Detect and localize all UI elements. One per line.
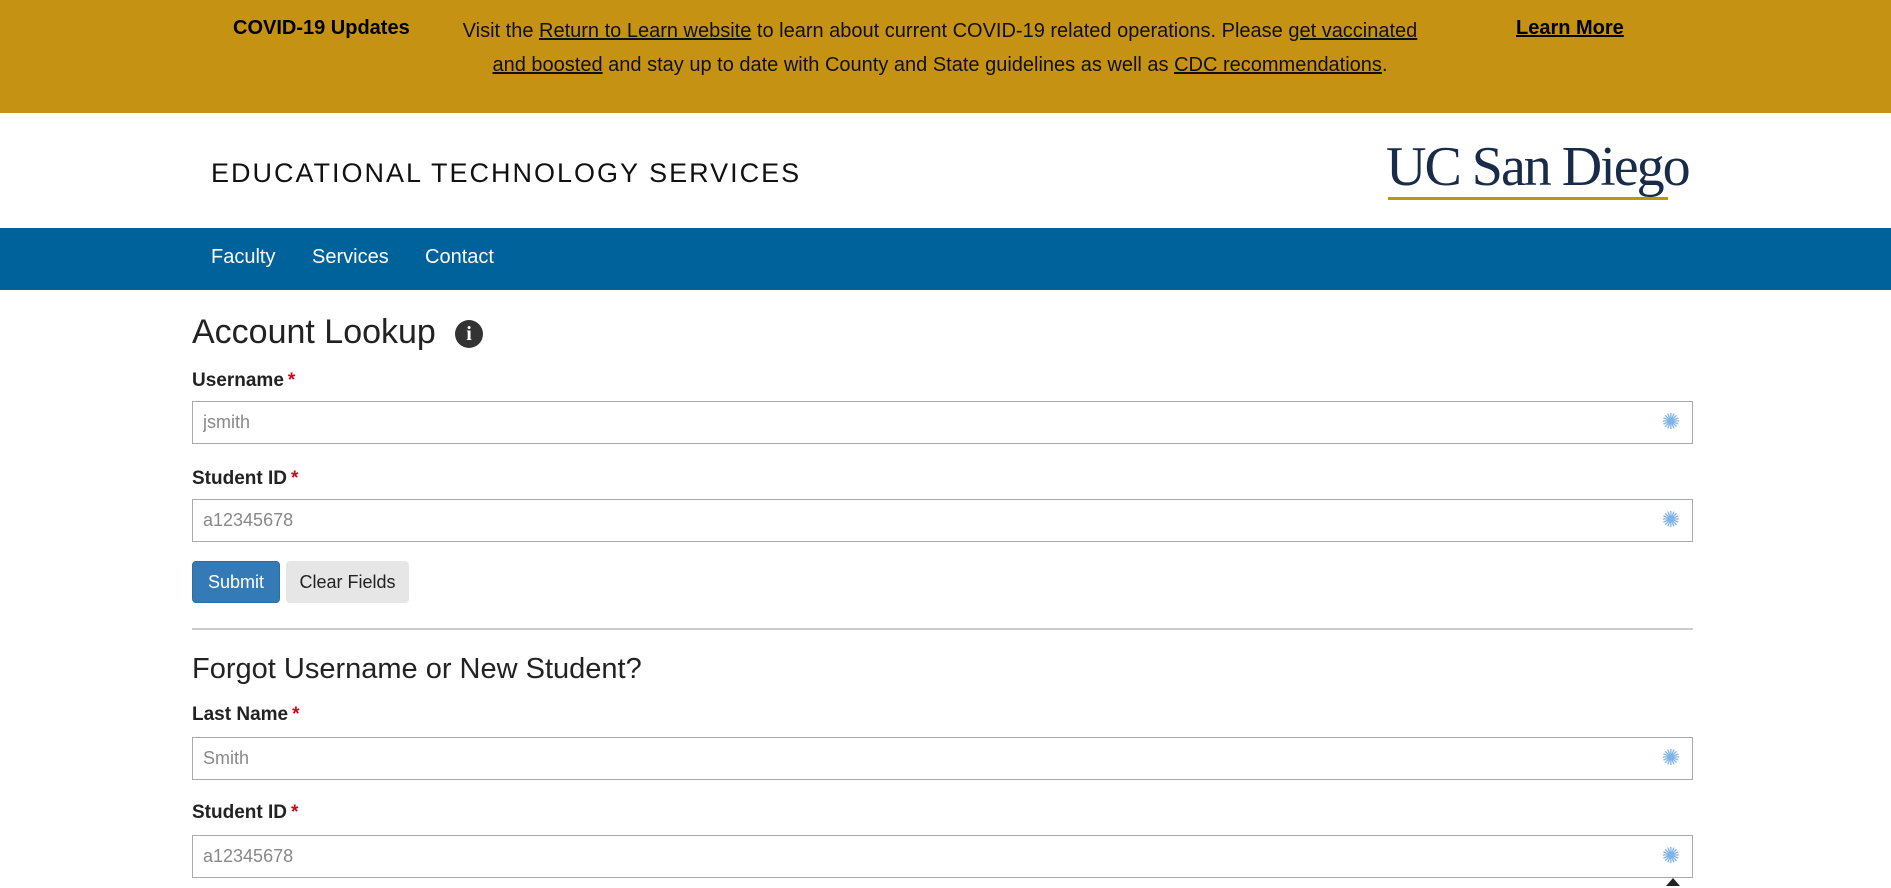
banner-text: Visit the Return to Learn website to lea…	[460, 14, 1420, 82]
banner-text-mid: to learn about current COVID-19 related …	[751, 20, 1289, 42]
required-marker: *	[287, 370, 296, 391]
submit-button[interactable]: Submit	[192, 561, 280, 603]
required-marker: *	[291, 468, 299, 489]
asterisk-icon: ✺	[1661, 409, 1681, 434]
username-label-text: Username	[192, 370, 284, 391]
site-name[interactable]: EDUCATIONAL TECHNOLOGY SERVICES	[211, 158, 801, 189]
main-nav: Faculty Services Contact	[0, 228, 1891, 290]
learn-more-link[interactable]: Learn More	[1516, 17, 1624, 40]
lastname-label: Last Name *	[192, 704, 300, 726]
account-lookup-title: Account Lookup	[192, 313, 436, 351]
required-marker: *	[291, 802, 299, 823]
required-marker: *	[292, 704, 300, 725]
logo-text: UC San Diego	[1386, 136, 1691, 198]
username-label: Username *	[192, 370, 295, 392]
cdc-link[interactable]: CDC recommendations	[1174, 54, 1382, 76]
studentid-field[interactable]: ✺	[192, 499, 1693, 542]
lastname-input[interactable]	[193, 738, 1692, 779]
caret-up-icon	[1666, 878, 1680, 886]
asterisk-icon: ✺	[1661, 507, 1681, 532]
lastname-field[interactable]: ✺	[192, 737, 1693, 780]
studentid-label-text: Student ID	[192, 468, 287, 489]
banner-text-pre: Visit the	[462, 20, 540, 42]
nav-item-faculty[interactable]: Faculty	[211, 246, 275, 269]
forgot-username-title: Forgot Username or New Student?	[192, 653, 642, 685]
clear-fields-button[interactable]: Clear Fields	[286, 561, 409, 603]
nav-item-services[interactable]: Services	[312, 246, 389, 269]
username-field[interactable]: ✺	[192, 401, 1693, 444]
site-header: EDUCATIONAL TECHNOLOGY SERVICES UC San D…	[0, 113, 1891, 228]
info-icon[interactable]: i	[455, 320, 483, 348]
asterisk-icon: ✺	[1661, 745, 1681, 770]
forgot-studentid-input[interactable]	[193, 836, 1692, 877]
covid-banner: COVID-19 Updates Visit the Return to Lea…	[0, 0, 1891, 113]
forgot-studentid-label: Student ID *	[192, 802, 298, 824]
forgot-studentid-field[interactable]: ✺	[192, 835, 1693, 878]
logo-underline	[1388, 197, 1668, 200]
banner-text-end: .	[1381, 54, 1388, 76]
nav-item-contact[interactable]: Contact	[425, 246, 494, 269]
asterisk-icon: ✺	[1661, 843, 1681, 868]
return-to-learn-link[interactable]: Return to Learn website	[539, 20, 751, 42]
forgot-studentid-label-text: Student ID	[192, 802, 287, 823]
studentid-label: Student ID *	[192, 468, 298, 490]
username-input[interactable]	[193, 402, 1692, 443]
banner-title: COVID-19 Updates	[233, 17, 410, 39]
ucsd-logo[interactable]: UC San Diego	[1386, 136, 1691, 203]
section-divider	[192, 628, 1693, 630]
studentid-input[interactable]	[193, 500, 1692, 541]
lastname-label-text: Last Name	[192, 704, 289, 725]
banner-text-mid2: and stay up to date with County and Stat…	[602, 54, 1175, 76]
